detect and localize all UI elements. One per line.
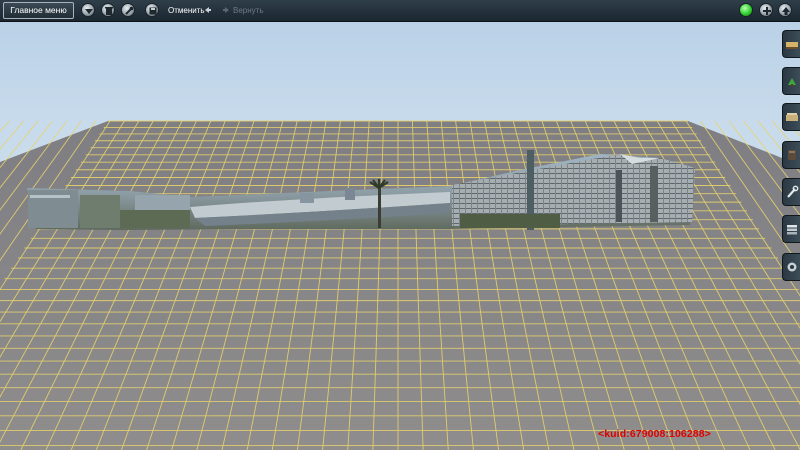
trash-icon bbox=[105, 7, 113, 15]
undo-button[interactable]: Отменить bbox=[168, 2, 205, 19]
viewport-3d[interactable] bbox=[0, 0, 800, 450]
view-mode-button[interactable] bbox=[81, 3, 95, 17]
side-tool-track[interactable] bbox=[782, 30, 800, 58]
tools-button[interactable] bbox=[121, 3, 135, 17]
save-button[interactable] bbox=[145, 3, 159, 17]
add-button[interactable] bbox=[759, 3, 773, 17]
layers-icon bbox=[787, 225, 797, 235]
undo-arrow-icon[interactable] bbox=[204, 6, 212, 14]
asset-kuid-label: <kuid:679008:106288> bbox=[598, 428, 711, 440]
floppy-icon bbox=[149, 7, 157, 15]
side-tool-paint[interactable] bbox=[782, 141, 800, 169]
view-icon bbox=[85, 9, 93, 14]
info-button[interactable] bbox=[778, 3, 792, 17]
plus-icon bbox=[763, 7, 771, 15]
wrench-icon bbox=[787, 185, 799, 198]
side-tool-options[interactable] bbox=[782, 253, 800, 281]
redo-arrow-icon bbox=[223, 7, 229, 13]
status-ok-icon bbox=[740, 4, 754, 18]
gear-icon bbox=[787, 262, 797, 272]
top-toolbar: Главное меню Отменить Вернуть bbox=[0, 0, 800, 22]
side-tool-trees[interactable] bbox=[782, 67, 800, 95]
main-menu-button[interactable]: Главное меню bbox=[3, 2, 74, 19]
texture-icon bbox=[788, 150, 796, 160]
side-tool-layers[interactable] bbox=[782, 215, 800, 243]
tree-icon bbox=[788, 78, 796, 87]
track-icon bbox=[786, 42, 798, 49]
side-tool-objects[interactable] bbox=[782, 103, 800, 131]
arrow-up-icon bbox=[782, 7, 790, 15]
redo-button[interactable]: Вернуть bbox=[233, 2, 263, 19]
building-icon bbox=[786, 113, 798, 121]
status-indicator[interactable] bbox=[739, 3, 753, 17]
side-tool-settings[interactable] bbox=[782, 178, 800, 206]
wrench-icon bbox=[125, 6, 134, 15]
delete-button[interactable] bbox=[101, 3, 115, 17]
